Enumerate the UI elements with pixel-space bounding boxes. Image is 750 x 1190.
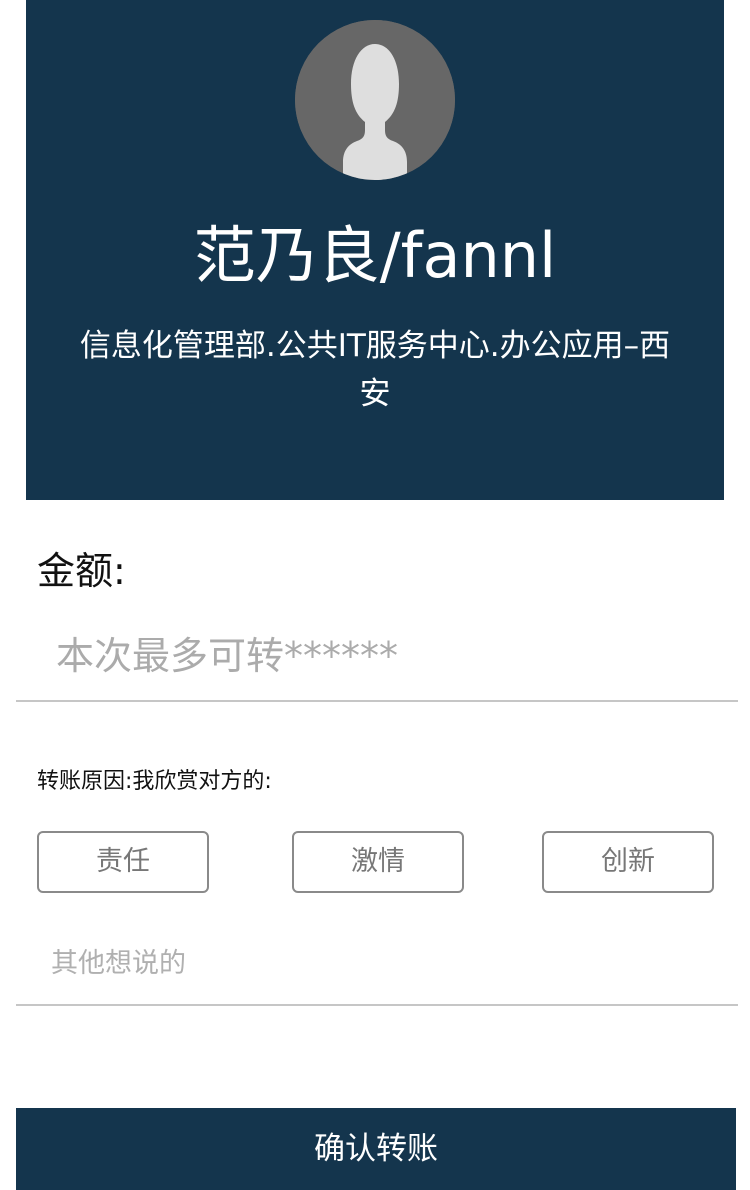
reason-label: 转账原因:我欣赏对方的: <box>37 769 272 794</box>
comment-input[interactable] <box>16 922 738 1006</box>
user-silhouette-icon <box>295 20 455 180</box>
avatar <box>295 20 455 180</box>
profile-card: 范乃良/fannl 信息化管理部.公共IT服务中心.办公应用–西安 <box>26 0 724 500</box>
transfer-page: 范乃良/fannl 信息化管理部.公共IT服务中心.办公应用–西安 金额: 转账… <box>0 0 750 1190</box>
amount-label: 金额: <box>37 549 126 593</box>
user-name: 范乃良/fannl <box>193 219 557 292</box>
confirm-transfer-button[interactable]: 确认转账 <box>16 1108 736 1190</box>
amount-input[interactable] <box>16 612 738 702</box>
reason-tag-responsibility[interactable]: 责任 <box>37 831 209 893</box>
department-text: 信息化管理部.公共IT服务中心.办公应用–西安 <box>79 328 671 412</box>
reason-tag-innovation[interactable]: 创新 <box>542 831 714 893</box>
reason-tag-passion[interactable]: 激情 <box>292 831 464 893</box>
